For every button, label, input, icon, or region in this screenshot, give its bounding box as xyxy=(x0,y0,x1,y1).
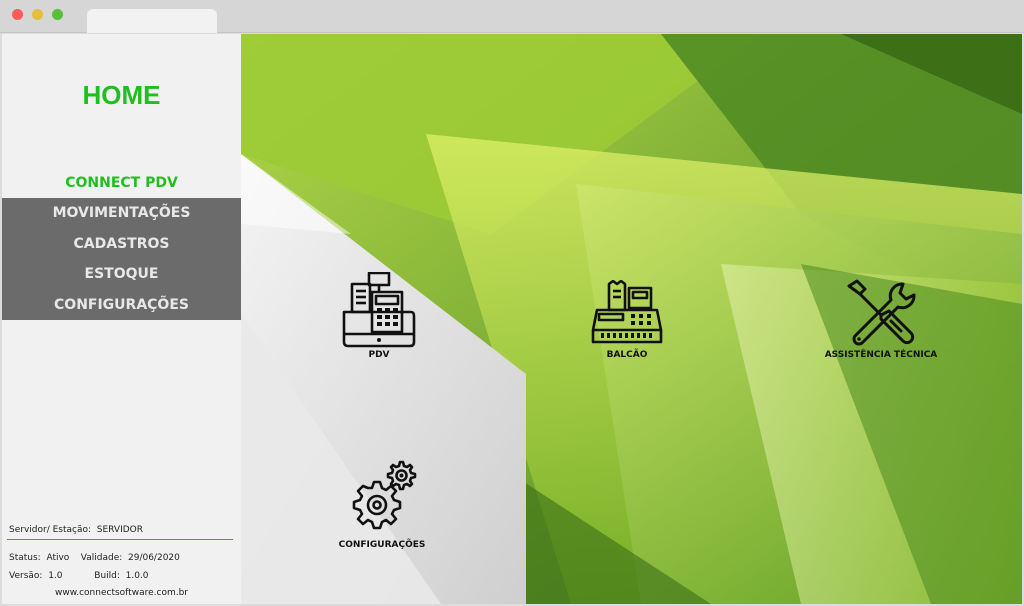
version-value: 1.0 xyxy=(48,571,63,581)
website-link[interactable]: www.connectsoftware.com.br xyxy=(2,588,241,598)
tile-pdv[interactable]: PDV xyxy=(329,272,429,360)
server-label: Servidor/ Estação: xyxy=(9,525,92,535)
version-label: Versão: xyxy=(9,571,43,581)
build-label: Build: xyxy=(94,571,120,581)
home-title: HOME xyxy=(82,80,161,110)
cash-register-icon xyxy=(342,272,416,348)
validity-value: 29/06/2020 xyxy=(128,553,180,563)
status-info: Status: Ativo Validade: 29/06/2020 xyxy=(9,553,180,563)
version-info: Versão: 1.0 Build: 1.0.0 xyxy=(9,571,149,581)
status-label: Status: xyxy=(9,553,41,563)
maximize-window-button[interactable] xyxy=(52,9,63,20)
info-divider xyxy=(7,539,233,540)
server-info: Servidor/ Estação: SERVIDOR xyxy=(9,525,143,535)
menu-item-connect-pdv[interactable]: CONNECT PDV xyxy=(2,168,241,199)
browser-titlebar xyxy=(0,0,1024,33)
menu-item-movimentacoes[interactable]: MOVIMENTAÇÕES xyxy=(2,198,241,229)
minimize-window-button[interactable] xyxy=(32,9,43,20)
browser-tab[interactable] xyxy=(87,9,217,33)
tile-configuracoes-label: CONFIGURAÇÕES xyxy=(338,540,426,550)
close-window-button[interactable] xyxy=(12,9,23,20)
sidebar: HOME CONNECT PDV MOVIMENTAÇÕES CADASTROS… xyxy=(2,34,241,604)
wrench-screwdriver-icon xyxy=(847,279,916,346)
build-value: 1.0.0 xyxy=(125,571,149,581)
status-value: Ativo xyxy=(46,553,70,563)
main-panel: PDV BALCÃO ASSISTÊNCIA TÉCNICA CONFIGURA… xyxy=(241,34,1022,604)
tile-pdv-label: PDV xyxy=(368,350,390,360)
validity-label: Validade: xyxy=(80,553,123,563)
menu-item-configuracoes[interactable]: CONFIGURAÇÕES xyxy=(2,289,241,320)
receipt-register-icon xyxy=(591,280,663,344)
gears-icon xyxy=(352,460,417,530)
server-value: SERVIDOR xyxy=(96,525,143,535)
tile-configuracoes[interactable]: CONFIGURAÇÕES xyxy=(327,458,437,550)
tile-balcao[interactable]: BALCÃO xyxy=(572,280,682,360)
tile-assistencia-tecnica[interactable]: ASSISTÊNCIA TÉCNICA xyxy=(821,278,941,360)
menu-item-cadastros[interactable]: CADASTROS xyxy=(2,228,241,260)
tile-balcao-label: BALCÃO xyxy=(606,350,648,360)
menu-item-estoque[interactable]: ESTOQUE xyxy=(2,259,241,290)
sidebar-menu: CONNECT PDV MOVIMENTAÇÕES CADASTROS ESTO… xyxy=(2,168,241,320)
app-window: HOME CONNECT PDV MOVIMENTAÇÕES CADASTROS… xyxy=(2,34,1022,604)
tile-assistencia-tecnica-label: ASSISTÊNCIA TÉCNICA xyxy=(824,350,938,360)
